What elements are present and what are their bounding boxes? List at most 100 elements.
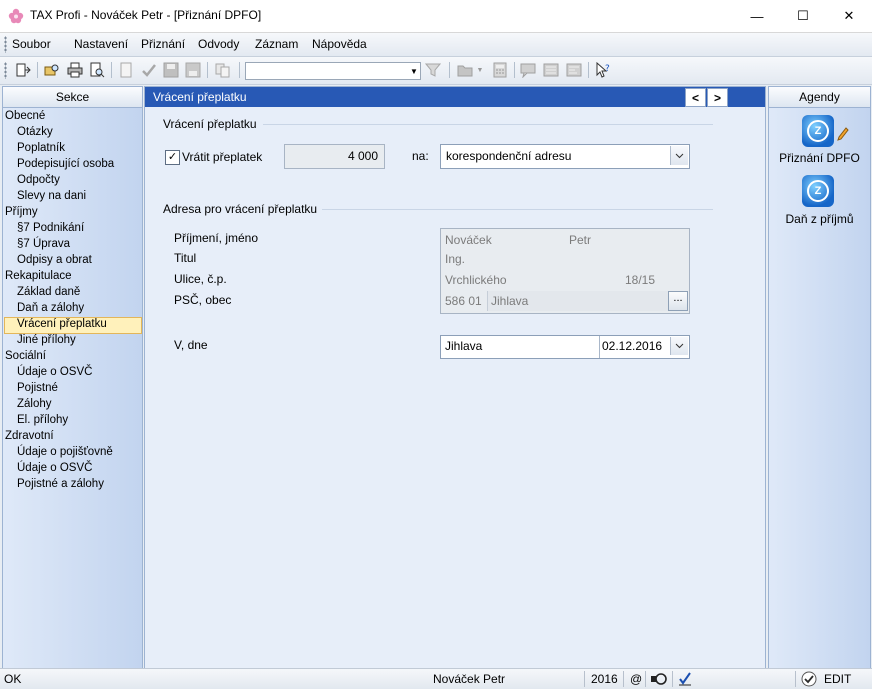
close-button[interactable]: ✕ xyxy=(826,0,872,32)
status-separator xyxy=(584,671,585,687)
chevron-down-icon[interactable]: ▼ xyxy=(408,63,420,79)
section-item[interactable]: Poplatník xyxy=(17,142,65,154)
tax-return-agenda-icon[interactable]: Z xyxy=(802,115,834,147)
section-item[interactable]: Údaje o OSVČ xyxy=(17,462,92,474)
psc-value: 586 01 xyxy=(445,294,482,308)
section-item[interactable]: Základ daně xyxy=(17,286,80,298)
menu-nastaveni[interactable]: Nastavení xyxy=(74,37,128,51)
section-item[interactable]: §7 Podnikání xyxy=(17,222,84,234)
section-category[interactable]: Příjmy xyxy=(5,206,38,218)
place-label: V, dne xyxy=(174,338,208,352)
agenda-item-dan[interactable]: Daň z příjmů xyxy=(769,212,870,226)
calculator-icon[interactable] xyxy=(492,62,508,78)
status-email: @ xyxy=(630,672,643,686)
next-section-button[interactable]: > xyxy=(707,88,728,107)
firstname-value: Petr xyxy=(569,233,592,247)
place-input[interactable]: Jihlava xyxy=(441,336,600,358)
section-item[interactable]: Pojistné a zálohy xyxy=(17,478,104,490)
section-item[interactable]: Podepisující osoba xyxy=(17,158,114,170)
minimize-button[interactable]: — xyxy=(734,0,780,32)
prev-section-button[interactable]: < xyxy=(685,88,706,107)
agendas-header: Agendy xyxy=(769,87,870,108)
section-category[interactable]: Zdravotní xyxy=(5,430,54,442)
browse-city-button[interactable]: ... xyxy=(668,291,688,311)
section-category[interactable]: Obecné xyxy=(5,110,45,122)
chevron-down-icon[interactable] xyxy=(670,146,688,165)
income-tax-agenda-icon[interactable]: Z xyxy=(802,175,834,207)
refund-target-select[interactable]: korespondenční adresu xyxy=(440,144,690,169)
help-pointer-icon[interactable]: ? xyxy=(595,62,611,78)
section-item[interactable]: El. přílohy xyxy=(17,414,68,426)
section-item[interactable]: Údaje o OSVČ xyxy=(17,366,92,378)
signature-check-icon xyxy=(679,672,691,686)
section-item[interactable]: Jiné přílohy xyxy=(17,334,76,346)
menu-zaznam[interactable]: Záznam xyxy=(255,37,298,51)
titul-label: Titul xyxy=(174,251,197,265)
titul-value: Ing. xyxy=(445,252,466,266)
toolbar-separator xyxy=(239,62,240,78)
refund-target-label: na: xyxy=(412,149,429,163)
refund-amount: 4 000 xyxy=(347,149,378,163)
section-item[interactable]: Slevy na dani xyxy=(17,190,86,202)
section-category[interactable]: Sociální xyxy=(5,350,46,362)
date-input[interactable]: 02.12.2016 xyxy=(600,336,670,358)
menu-priznani[interactable]: Přiznání xyxy=(141,37,185,51)
copy-icon[interactable] xyxy=(215,62,231,78)
agenda-item-priznani[interactable]: Přiznání DPFO xyxy=(769,151,870,165)
section-category[interactable]: Rekapitulace xyxy=(5,270,71,282)
toolbar-separator xyxy=(37,62,38,78)
menu-napoveda[interactable]: Nápověda xyxy=(312,37,367,51)
place-date-field: Jihlava 02.12.2016 xyxy=(440,335,690,359)
toolbar: ▼ ▼ ? xyxy=(0,57,872,85)
exit-door-icon[interactable] xyxy=(15,62,31,78)
form-icon[interactable] xyxy=(566,62,582,78)
save-icon[interactable] xyxy=(163,62,179,78)
status-user: Nováček Petr xyxy=(433,672,506,686)
menu-soubor[interactable]: Soubor xyxy=(12,37,51,51)
pencil-icon xyxy=(837,127,849,141)
house-number-value: 18/15 xyxy=(625,273,656,287)
section-item[interactable]: Vrácení přeplatku xyxy=(17,318,107,330)
status-separator xyxy=(672,671,673,687)
toolbar-separator xyxy=(514,62,515,78)
print-icon[interactable] xyxy=(67,62,83,78)
folder-icon[interactable] xyxy=(457,62,473,78)
chevron-down-icon[interactable] xyxy=(670,337,688,355)
section-item[interactable]: Daň a zálohy xyxy=(17,302,84,314)
toolbar-grip-icon xyxy=(4,62,7,79)
menu-odvody[interactable]: Odvody xyxy=(198,37,239,51)
print-preview-icon[interactable] xyxy=(89,62,105,78)
refund-target-value: korespondenční adresu xyxy=(446,149,572,163)
check-icon[interactable] xyxy=(141,62,157,78)
section-item[interactable]: Odpočty xyxy=(17,174,60,186)
folder-dropdown-icon[interactable]: ▼ xyxy=(476,62,484,78)
refund-amount-field: 4 000 xyxy=(284,144,385,169)
sections-panel: Sekce Obecné Otázky Poplatník Podepisující … xyxy=(2,86,143,669)
panel-title: Vrácení přeplatku xyxy=(153,90,247,104)
new-document-icon[interactable] xyxy=(118,62,134,78)
sections-header: Sekce xyxy=(3,87,142,108)
toolbar-combo[interactable]: ▼ xyxy=(245,62,421,80)
list-icon[interactable] xyxy=(543,62,559,78)
group-divider xyxy=(322,209,713,210)
refund-checkbox[interactable]: ✓ xyxy=(165,150,180,165)
maximize-button[interactable]: ☐ xyxy=(780,0,826,32)
comment-icon[interactable] xyxy=(520,62,536,78)
panel-header: Vrácení přeplatku < > xyxy=(145,87,765,107)
find-folder-icon[interactable] xyxy=(44,62,60,78)
save-all-icon[interactable] xyxy=(185,62,201,78)
section-item[interactable]: Zálohy xyxy=(17,398,52,410)
section-item[interactable]: Pojistné xyxy=(17,382,58,394)
psc-label: PSČ, obec xyxy=(174,293,232,307)
window-title: TAX Profi - Nováček Petr - [Přiznání DPF… xyxy=(30,8,262,22)
status-year: 2016 xyxy=(591,672,618,686)
section-item[interactable]: §7 Úprava xyxy=(17,238,70,250)
svg-text:?: ? xyxy=(605,64,610,74)
surname-value: Nováček xyxy=(445,233,492,247)
address-group-title: Adresa pro vrácení přeplatku xyxy=(163,202,318,216)
filter-icon[interactable] xyxy=(425,62,441,78)
section-item[interactable]: Otázky xyxy=(17,126,53,138)
section-item[interactable]: Odpisy a obrat xyxy=(17,254,92,266)
street-label: Ulice, č.p. xyxy=(174,272,227,286)
section-item[interactable]: Údaje o pojišťovně xyxy=(17,446,113,458)
